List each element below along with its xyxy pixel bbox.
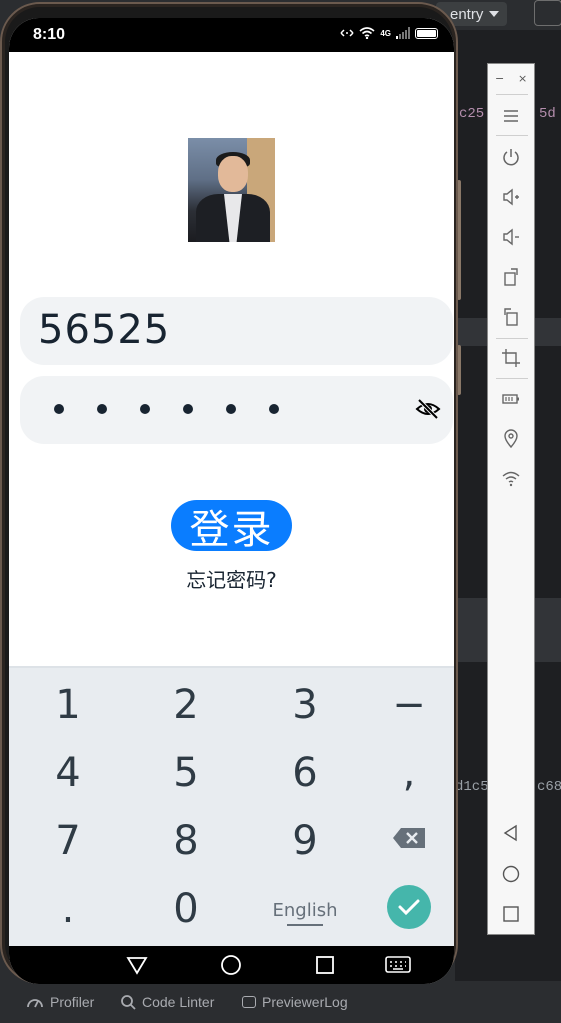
status-time: 8:10 [33, 26, 66, 43]
key-0[interactable]: 0 [131, 886, 241, 932]
recents-square-icon[interactable] [314, 954, 336, 976]
data-transfer-icon [340, 29, 354, 37]
log-icon [242, 996, 256, 1008]
phone-frame: 8:10 4G 56525 登录 忘记密码? 1 2 3 − 4 5 6 , 7… [0, 2, 458, 984]
code-fragment: 5d [539, 106, 556, 122]
network-type: 4G [380, 28, 391, 38]
back-icon[interactable] [501, 823, 521, 843]
key-2[interactable]: 2 [131, 682, 241, 728]
battery-icon [415, 27, 438, 39]
ide-bottom-toolbar: Profiler Code Linter PreviewerLog [0, 981, 561, 1023]
username-value: 56525 [38, 307, 171, 353]
power-icon[interactable] [501, 147, 521, 167]
profiler-tab[interactable]: Profiler [26, 994, 94, 1010]
rotate-left-icon[interactable] [501, 307, 521, 327]
key-4[interactable]: 4 [13, 750, 123, 796]
home-circle-icon[interactable] [220, 954, 242, 976]
wifi-setting-icon[interactable] [501, 469, 521, 489]
avatar-image [188, 138, 275, 242]
key-1[interactable]: 1 [13, 682, 123, 728]
key-9[interactable]: 9 [250, 818, 360, 864]
crop-icon[interactable] [501, 348, 521, 368]
key-5[interactable]: 5 [131, 750, 241, 796]
backspace-icon[interactable] [393, 828, 425, 848]
back-triangle-icon[interactable] [126, 954, 148, 976]
close-icon[interactable]: × [518, 72, 527, 85]
status-bar: 8:10 4G [9, 18, 454, 52]
keyboard-icon[interactable] [385, 954, 411, 976]
confirm-key[interactable] [387, 885, 431, 929]
english-switch-key[interactable]: English [250, 900, 360, 921]
login-button[interactable]: 登录 [171, 500, 292, 553]
username-field[interactable]: 56525 [20, 297, 453, 365]
code-fragment: c25 [459, 106, 485, 122]
magnifier-icon [121, 995, 136, 1010]
phone-screen: 8:10 4G 56525 登录 忘记密码? 1 2 3 − 4 5 6 , 7… [9, 18, 454, 984]
code-linter-label: Code Linter [142, 994, 215, 1010]
device-manager-button[interactable] [534, 0, 561, 26]
password-field[interactable] [20, 376, 453, 444]
volume-up-icon[interactable] [501, 187, 521, 207]
system-navbar [9, 946, 454, 984]
password-mask [54, 404, 279, 414]
chevron-down-icon [489, 11, 500, 17]
previewer-log-tab[interactable]: PreviewerLog [242, 994, 348, 1010]
key-6[interactable]: 6 [250, 750, 360, 796]
key-3[interactable]: 3 [250, 682, 360, 728]
recents-icon[interactable] [501, 904, 521, 924]
toolbar-divider [496, 378, 528, 379]
code-linter-tab[interactable]: Code Linter [120, 994, 214, 1010]
toolbar-divider [496, 94, 528, 95]
key-comma[interactable]: , [354, 750, 454, 796]
rotate-right-icon[interactable] [501, 267, 521, 287]
menu-icon[interactable] [501, 106, 521, 126]
toolbar-divider [496, 135, 528, 136]
emulator-toolbar: − × [487, 63, 535, 935]
wifi-icon [359, 27, 375, 39]
code-fragment: c68 [537, 779, 561, 795]
profiler-label: Profiler [50, 994, 95, 1010]
english-underline [287, 924, 323, 926]
location-pin-icon[interactable] [501, 429, 521, 449]
minimize-icon[interactable]: − [495, 72, 504, 85]
forgot-password-link[interactable]: 忘记密码? [9, 564, 454, 593]
toolbar-divider [496, 338, 528, 339]
eye-off-icon[interactable] [415, 396, 441, 422]
code-fragment: d1c5 [455, 779, 489, 795]
gauge-icon [27, 999, 43, 1008]
signal-icon [396, 27, 410, 39]
numeric-keyboard: 1 2 3 − 4 5 6 , 7 8 9 . 0 English [9, 666, 454, 946]
status-icons: 4G [340, 27, 438, 39]
run-config-label: entry [450, 5, 484, 23]
battery-setting-icon[interactable] [501, 389, 521, 409]
volume-down-icon[interactable] [501, 227, 521, 247]
checkmark-icon [398, 899, 420, 916]
key-minus[interactable]: − [354, 682, 454, 728]
key-dot[interactable]: . [13, 886, 123, 932]
key-8[interactable]: 8 [131, 818, 241, 864]
home-icon[interactable] [501, 864, 521, 884]
key-7[interactable]: 7 [13, 818, 123, 864]
previewer-log-label: PreviewerLog [262, 994, 348, 1010]
